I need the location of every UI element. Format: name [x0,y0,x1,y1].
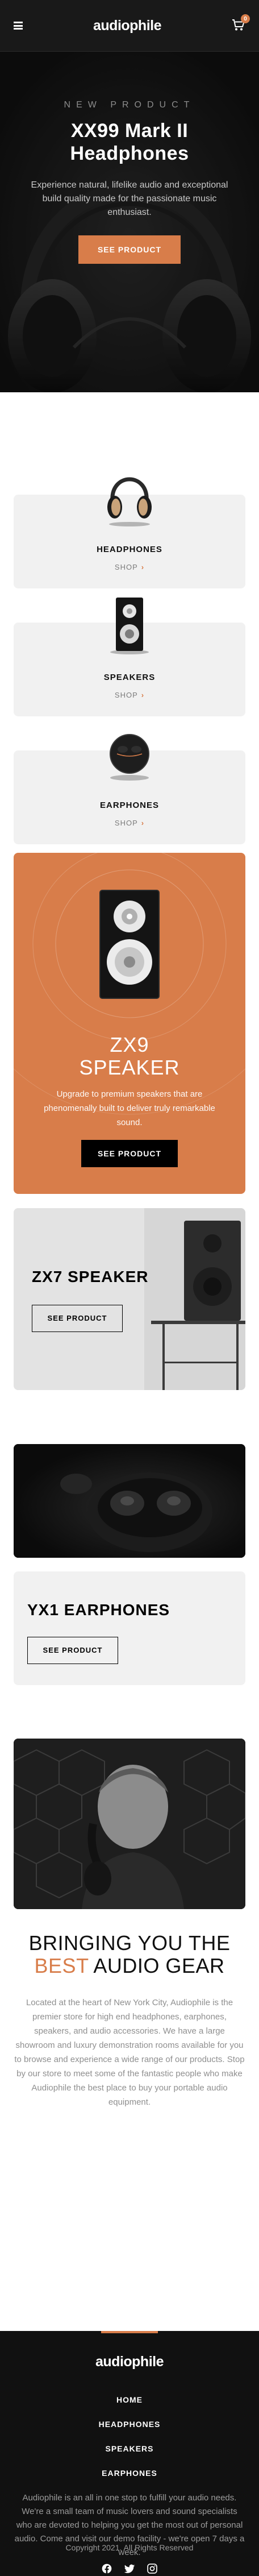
category-title: Earphones [99,800,160,810]
footer-accent-bar [101,2331,158,2333]
yx1-title: YX1 Earphones [27,1601,170,1619]
about-title: Bringing you the best audio gear [11,1932,248,1977]
hero-overline: New Product [64,100,195,110]
zx9-description: Upgrade to premium speakers that are phe… [44,1089,215,1127]
zx7-promo-card: ZX7 Speaker See Product [14,1208,245,1390]
category-shop-link[interactable]: Shop › [14,819,245,827]
category-title: Speakers [103,673,156,682]
zx7-speaker-image [14,1208,245,1390]
zx9-title-line2: Speaker [79,1056,180,1079]
category-card-earphones[interactable]: Earphones Shop › [14,734,245,844]
zx9-title-line1: ZX9 [110,1033,149,1056]
category-card-headphones[interactable]: Headphones Shop › [14,477,245,588]
about-title-accent: best [34,1954,89,1977]
site-footer: audiophile Home Headphones Speakers Earp… [0,2331,259,2576]
instagram-icon[interactable] [147,2563,158,2574]
zx9-see-product-button[interactable]: See Product [81,1140,178,1167]
footer-copyright: Copyright 2021. All Rights Reserved [65,2543,194,2552]
hero-content: New Product XX99 Mark II Headphones Expe… [0,100,259,264]
hero-title: XX99 Mark II Headphones [70,120,189,164]
about-man-headphones-image [14,1739,245,1909]
about-title-post: audio gear [88,1954,225,1977]
hero-see-product-button[interactable]: See Product [78,235,181,264]
about-description: Located at the heart of New York City, A… [14,1998,245,2107]
page: audiophile 0 NEW PRODUCT XX99 Mark II He… [0,0,259,2576]
zx9-title: ZX9 Speaker [14,1034,245,1079]
facebook-icon[interactable] [101,2563,112,2574]
site-header: audiophile 0 [0,0,259,51]
shop-label: Shop [114,819,138,827]
speaker-thumbnail [110,598,149,654]
footer-nav: Home Headphones Speakers Earphones [0,2388,259,2486]
zx9-speaker-image [99,890,160,999]
footer-nav-headphones[interactable]: Headphones [0,2412,259,2437]
footer-nav-earphones[interactable]: Earphones [0,2461,259,2486]
category-card-speakers[interactable]: Speakers Shop › [14,598,245,716]
yx1-earphones-case [14,1444,245,1558]
yx1-promo-card: YX1 Earphones See Product [14,1571,245,1685]
yx1-see-product-button[interactable]: See Product [27,1637,118,1664]
footer-nav-home[interactable]: Home [0,2388,259,2412]
earphones-thumbnail [110,734,149,781]
zx9-promo-card: ZX9 Speaker Upgrade to premium speakers t… [14,853,245,1194]
zx7-see-product-button[interactable]: See Product [32,1305,123,1332]
yx1-earphones-image [14,1444,245,1558]
cart-count-badge: 0 [241,14,250,23]
about-title-pre: Bringing you the [28,1931,231,1955]
chevron-right-icon: › [141,819,145,827]
category-shop-link[interactable]: Shop › [14,691,245,699]
twitter-icon[interactable] [124,2563,135,2574]
category-title: Headphones [97,545,162,554]
hero-section: New Product XX99 Mark II Headphones Expe… [0,51,259,392]
chevron-right-icon: › [141,691,145,699]
footer-logo[interactable]: audiophile [0,2354,259,2370]
footer-nav-speakers[interactable]: Speakers [0,2437,259,2461]
chevron-right-icon: › [141,563,145,571]
hero-description: Experience natural, lifelike audio and e… [31,180,228,217]
shop-label: Shop [114,563,138,571]
hamburger-menu-icon[interactable] [14,22,23,30]
zx7-title: ZX7 Speaker [32,1268,149,1285]
headphones-thumbnail [107,477,152,526]
shop-label: Shop [114,691,138,699]
site-logo[interactable]: audiophile [93,18,162,34]
footer-social-links [95,2563,164,2574]
cart-button[interactable]: 0 [232,14,250,32]
category-shop-link[interactable]: Shop › [14,563,245,571]
about-photo [14,1739,245,1909]
